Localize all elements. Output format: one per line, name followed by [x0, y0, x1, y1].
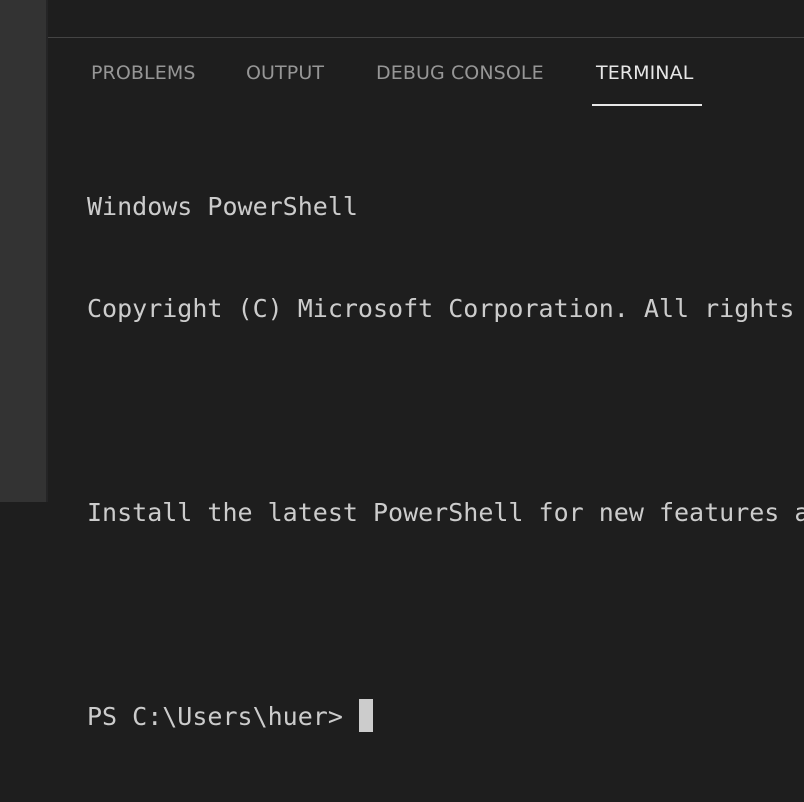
bottom-panel: PROBLEMS OUTPUT DEBUG CONSOLE TERMINAL W…: [48, 38, 804, 732]
terminal-line: Install the latest PowerShell for new fe…: [87, 498, 804, 527]
terminal-line: Windows PowerShell: [87, 192, 358, 221]
tab-problems[interactable]: PROBLEMS: [91, 62, 196, 84]
activity-bar: [0, 0, 46, 502]
panel-tabs: PROBLEMS OUTPUT DEBUG CONSOLE TERMINAL: [48, 38, 804, 108]
tab-debug-console[interactable]: DEBUG CONSOLE: [376, 62, 544, 84]
terminal-prompt-line[interactable]: PS C:\Users\huer>: [87, 699, 804, 734]
editor-area[interactable]: [48, 0, 804, 37]
tab-output[interactable]: OUTPUT: [246, 62, 324, 84]
terminal-output[interactable]: Windows PowerShell Copyright (C) Microso…: [87, 122, 804, 802]
terminal-prompt: PS C:\Users\huer>: [87, 702, 343, 731]
tab-terminal[interactable]: TERMINAL: [596, 62, 693, 84]
terminal-cursor: [358, 699, 373, 732]
terminal-line: Copyright (C) Microsoft Corporation. All…: [87, 294, 795, 323]
active-tab-indicator: [592, 104, 702, 106]
